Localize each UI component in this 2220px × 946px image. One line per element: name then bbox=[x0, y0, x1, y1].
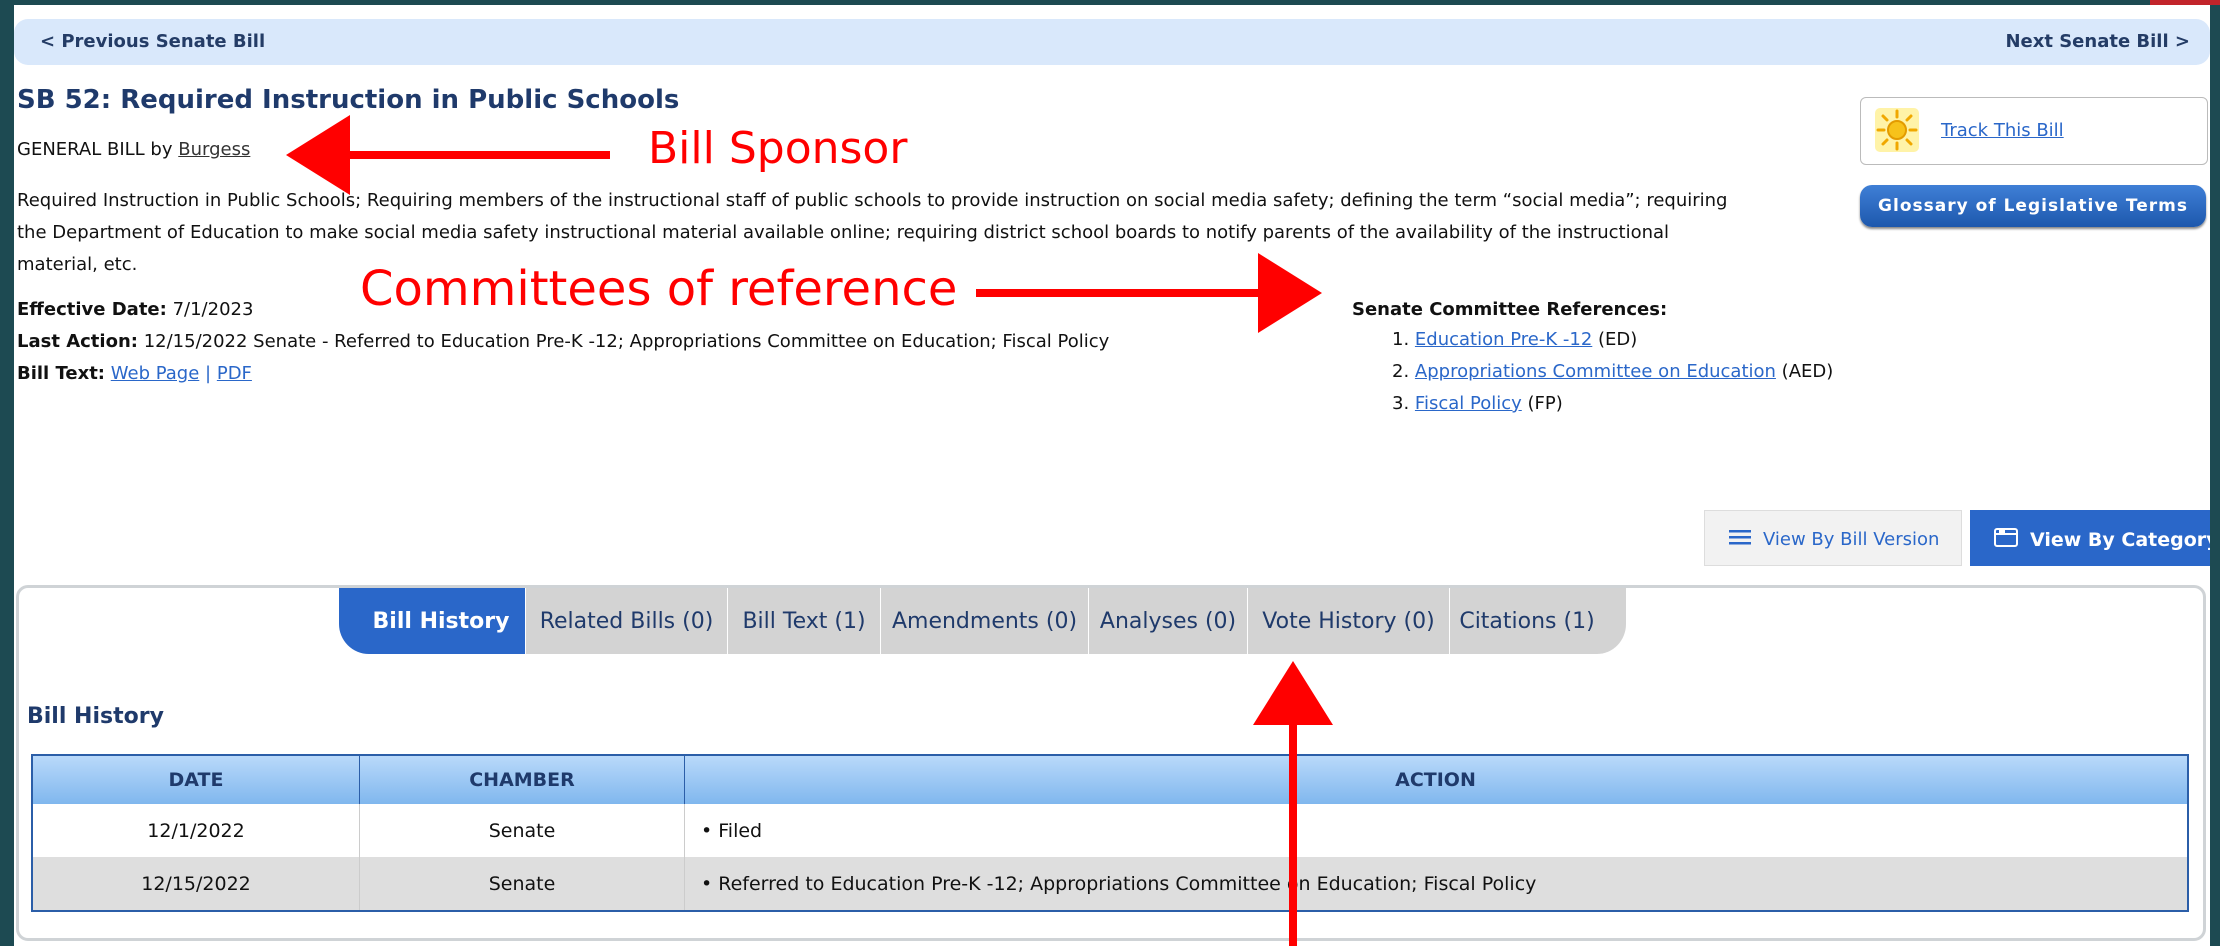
bill-navigation-bar: < Previous Senate Bill Next Senate Bill … bbox=[14, 19, 2210, 65]
sponsor-link[interactable]: Burgess bbox=[178, 139, 250, 160]
committee-link-appropriations[interactable]: Appropriations Committee on Education bbox=[1415, 361, 1776, 382]
committee-item: 2. Appropriations Committee on Education… bbox=[1352, 356, 1833, 388]
committee-link-education[interactable]: Education Pre-K -12 bbox=[1415, 329, 1592, 350]
bill-tabs: Bill History Related Bills (0) Bill Text… bbox=[339, 588, 1627, 654]
previous-bill-link[interactable]: < Previous Senate Bill bbox=[40, 31, 265, 52]
annotation-committees-of-reference: Committees of reference bbox=[360, 261, 958, 317]
committee-link-fiscal-policy[interactable]: Fiscal Policy bbox=[1415, 393, 1522, 414]
bill-text-line: Bill Text: Web Page | PDF bbox=[17, 363, 252, 384]
bill-history-table: DATE CHAMBER ACTION 12/1/2022 Senate • F… bbox=[31, 754, 2189, 912]
bill-detail-panel: Bill History Related Bills (0) Bill Text… bbox=[16, 585, 2206, 941]
committee-abbr: (ED) bbox=[1598, 329, 1638, 350]
committee-number: 1. bbox=[1392, 329, 1410, 350]
sun-icon bbox=[1875, 108, 1919, 152]
last-action-label: Last Action: bbox=[17, 331, 138, 352]
folder-icon bbox=[1994, 527, 2018, 552]
effective-date-label: Effective Date: bbox=[17, 299, 167, 320]
next-bill-link[interactable]: Next Senate Bill > bbox=[2005, 31, 2190, 52]
tab-amendments[interactable]: Amendments (0) bbox=[881, 588, 1089, 654]
tab-vote-history[interactable]: Vote History (0) bbox=[1248, 588, 1450, 654]
last-action-line: Last Action: 12/15/2022 Senate - Referre… bbox=[17, 331, 1109, 352]
bill-page: < Previous Senate Bill Next Senate Bill … bbox=[14, 5, 2210, 946]
row-action: • Filed bbox=[684, 804, 2189, 857]
tab-citations[interactable]: Citations (1) bbox=[1450, 588, 1627, 654]
pdf-link[interactable]: PDF bbox=[217, 363, 252, 384]
track-bill-box[interactable]: Track This Bill bbox=[1860, 97, 2208, 165]
committee-item: 1. Education Pre-K -12 (ED) bbox=[1352, 324, 1833, 356]
bill-title: SB 52: Required Instruction in Public Sc… bbox=[17, 85, 680, 115]
bill-history-heading: Bill History bbox=[27, 704, 164, 729]
committee-number: 2. bbox=[1392, 361, 1410, 382]
web-page-link[interactable]: Web Page bbox=[111, 363, 200, 384]
row-chamber: Senate bbox=[359, 857, 685, 911]
column-header-chamber: CHAMBER bbox=[359, 755, 685, 804]
tab-bill-history[interactable]: Bill History bbox=[339, 588, 526, 654]
row-chamber: Senate bbox=[359, 804, 685, 857]
view-by-version-button[interactable]: View By Bill Version bbox=[1704, 510, 1962, 566]
row-date: 12/1/2022 bbox=[32, 804, 360, 857]
glossary-button[interactable]: Glossary of Legislative Terms bbox=[1860, 185, 2206, 227]
table-row: 12/15/2022 Senate • Referred to Educatio… bbox=[32, 857, 2189, 911]
column-header-date: DATE bbox=[32, 755, 360, 804]
view-by-version-label: View By Bill Version bbox=[1763, 529, 1940, 550]
committee-abbr: (AED) bbox=[1781, 361, 1834, 382]
list-icon bbox=[1729, 528, 1751, 551]
row-action: • Referred to Education Pre-K -12; Appro… bbox=[684, 857, 2189, 911]
committee-number: 3. bbox=[1392, 393, 1410, 414]
bill-text-label: Bill Text: bbox=[17, 363, 106, 384]
committee-item: 3. Fiscal Policy (FP) bbox=[1352, 388, 1833, 420]
committee-heading: Senate Committee References: bbox=[1352, 299, 1668, 320]
table-row: 12/1/2022 Senate • Filed bbox=[32, 804, 2189, 857]
bill-type-label: GENERAL BILL by bbox=[17, 139, 173, 160]
annotation-bill-sponsor: Bill Sponsor bbox=[648, 123, 908, 174]
sponsor-line: GENERAL BILL by Burgess bbox=[17, 139, 250, 160]
last-action-value: 12/15/2022 Senate - Referred to Educatio… bbox=[143, 331, 1110, 352]
view-by-category-button[interactable]: View By Category bbox=[1970, 510, 2210, 566]
row-date: 12/15/2022 bbox=[32, 857, 360, 911]
view-by-category-label: View By Category bbox=[2030, 528, 2210, 551]
column-header-action: ACTION bbox=[684, 755, 2189, 804]
committee-references: Senate Committee References: 1. Educatio… bbox=[1352, 299, 1833, 420]
tab-analyses[interactable]: Analyses (0) bbox=[1089, 588, 1248, 654]
committee-abbr: (FP) bbox=[1527, 393, 1563, 414]
link-separator: | bbox=[205, 363, 212, 384]
effective-date-value: 7/1/2023 bbox=[172, 299, 254, 320]
track-bill-link[interactable]: Track This Bill bbox=[1941, 120, 2064, 141]
tab-related-bills[interactable]: Related Bills (0) bbox=[526, 588, 728, 654]
tab-bill-text[interactable]: Bill Text (1) bbox=[728, 588, 881, 654]
effective-date-line: Effective Date: 7/1/2023 bbox=[17, 299, 253, 320]
